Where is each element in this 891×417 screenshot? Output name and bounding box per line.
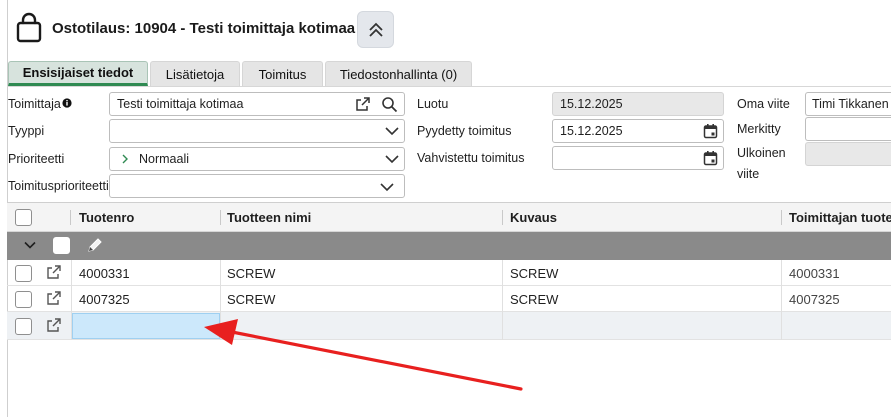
column-separator xyxy=(502,210,503,225)
column-line xyxy=(71,260,72,340)
column-header-description[interactable]: Kuvaus xyxy=(510,203,557,232)
tab-file-management[interactable]: Tiedostonhallinta (0) xyxy=(325,61,472,86)
column-header-supplier-product[interactable]: Toimittajan tuote xyxy=(789,203,891,232)
group-select-checkbox[interactable] xyxy=(53,237,70,254)
delivery-priority-select[interactable] xyxy=(109,174,405,198)
created-field: 15.12.2025 xyxy=(552,92,724,116)
tab-delivery[interactable]: Toimitus xyxy=(242,61,323,86)
table-row[interactable] xyxy=(7,286,891,312)
column-separator xyxy=(220,210,221,225)
type-select[interactable] xyxy=(109,119,405,143)
product-no-cell[interactable]: 4007325 xyxy=(79,286,130,312)
required-info-icon xyxy=(62,98,72,108)
created-label: Luotu xyxy=(417,97,449,111)
product-name-cell[interactable]: SCREW xyxy=(227,260,275,286)
open-row-icon[interactable] xyxy=(47,265,61,279)
supplier-label: Toimittaja xyxy=(8,97,61,111)
created-value: 15.12.2025 xyxy=(560,97,623,111)
column-separator xyxy=(70,210,71,225)
row-checkbox[interactable] xyxy=(15,291,32,308)
type-label: Tyyppi xyxy=(8,124,45,138)
supplier-product-cell[interactable]: 4000331 xyxy=(789,260,840,286)
tab-primary-info[interactable]: Ensisijaiset tiedot xyxy=(8,61,148,86)
requested-delivery-field[interactable]: 15.12.2025 xyxy=(552,119,724,143)
product-no-input-cell[interactable] xyxy=(72,313,220,339)
external-reference-label-line1: Ulkoinen xyxy=(737,146,786,160)
row-checkbox[interactable] xyxy=(15,265,32,282)
priority-label: Prioriteetti xyxy=(8,152,65,166)
confirmed-delivery-label: Vahvistettu toimitus xyxy=(417,151,525,165)
product-name-cell[interactable]: SCREW xyxy=(227,286,275,312)
requested-delivery-value: 15.12.2025 xyxy=(560,124,623,138)
pencil-icon[interactable] xyxy=(86,236,104,254)
own-reference-label: Oma viite xyxy=(737,97,790,111)
description-cell[interactable]: SCREW xyxy=(510,260,558,286)
product-no-cell[interactable]: 4000331 xyxy=(79,260,130,286)
marked-field[interactable] xyxy=(805,117,891,141)
supplier-value: Testi toimittaja kotimaa xyxy=(117,97,244,111)
priority-select[interactable]: Normaali xyxy=(109,147,405,171)
chevron-down-icon xyxy=(380,183,394,192)
priority-value: Normaali xyxy=(139,152,190,166)
calendar-icon[interactable] xyxy=(703,123,718,139)
table-row[interactable] xyxy=(7,260,891,286)
column-line xyxy=(502,260,503,340)
open-row-icon[interactable] xyxy=(47,291,61,305)
confirmed-delivery-field[interactable] xyxy=(552,146,724,170)
own-reference-field[interactable]: Timi Tikkanen xyxy=(805,92,891,116)
shopping-bag-icon xyxy=(16,12,42,43)
search-icon[interactable] xyxy=(381,96,398,113)
page-title: Ostotilaus: 10904 - Testi toimittaja kot… xyxy=(52,20,356,37)
group-row xyxy=(7,232,891,260)
grid-header xyxy=(7,203,891,232)
column-separator xyxy=(781,210,782,225)
marked-label: Merkitty xyxy=(737,122,781,136)
column-header-product-name[interactable]: Tuotteen nimi xyxy=(227,203,311,232)
chevron-right-green-icon xyxy=(122,154,128,164)
column-line xyxy=(781,260,782,340)
chevron-double-up-icon xyxy=(368,22,383,37)
collapse-header-button[interactable] xyxy=(357,11,394,48)
tab-additional-info[interactable]: Lisätietoja xyxy=(150,61,240,86)
column-header-product-no[interactable]: Tuotenro xyxy=(79,203,134,232)
external-reference-label-line2: viite xyxy=(737,167,760,181)
open-row-icon[interactable] xyxy=(47,318,61,332)
chevron-down-icon xyxy=(385,127,399,136)
supplier-product-cell[interactable]: 4007325 xyxy=(789,286,840,312)
delivery-priority-label: Toimitusprioriteetti xyxy=(8,179,109,193)
chevron-down-icon xyxy=(385,155,399,164)
open-external-icon[interactable] xyxy=(355,96,371,112)
requested-delivery-label: Pyydetty toimitus xyxy=(417,124,512,138)
chevron-down-icon[interactable] xyxy=(24,241,36,250)
description-cell[interactable]: SCREW xyxy=(510,286,558,312)
own-reference-value: Timi Tikkanen xyxy=(812,97,889,111)
select-all-checkbox[interactable] xyxy=(15,209,32,226)
column-line xyxy=(220,260,221,340)
external-reference-field xyxy=(805,142,891,166)
calendar-icon[interactable] xyxy=(703,150,718,166)
tab-divider xyxy=(7,86,891,87)
row-checkbox[interactable] xyxy=(15,318,32,335)
